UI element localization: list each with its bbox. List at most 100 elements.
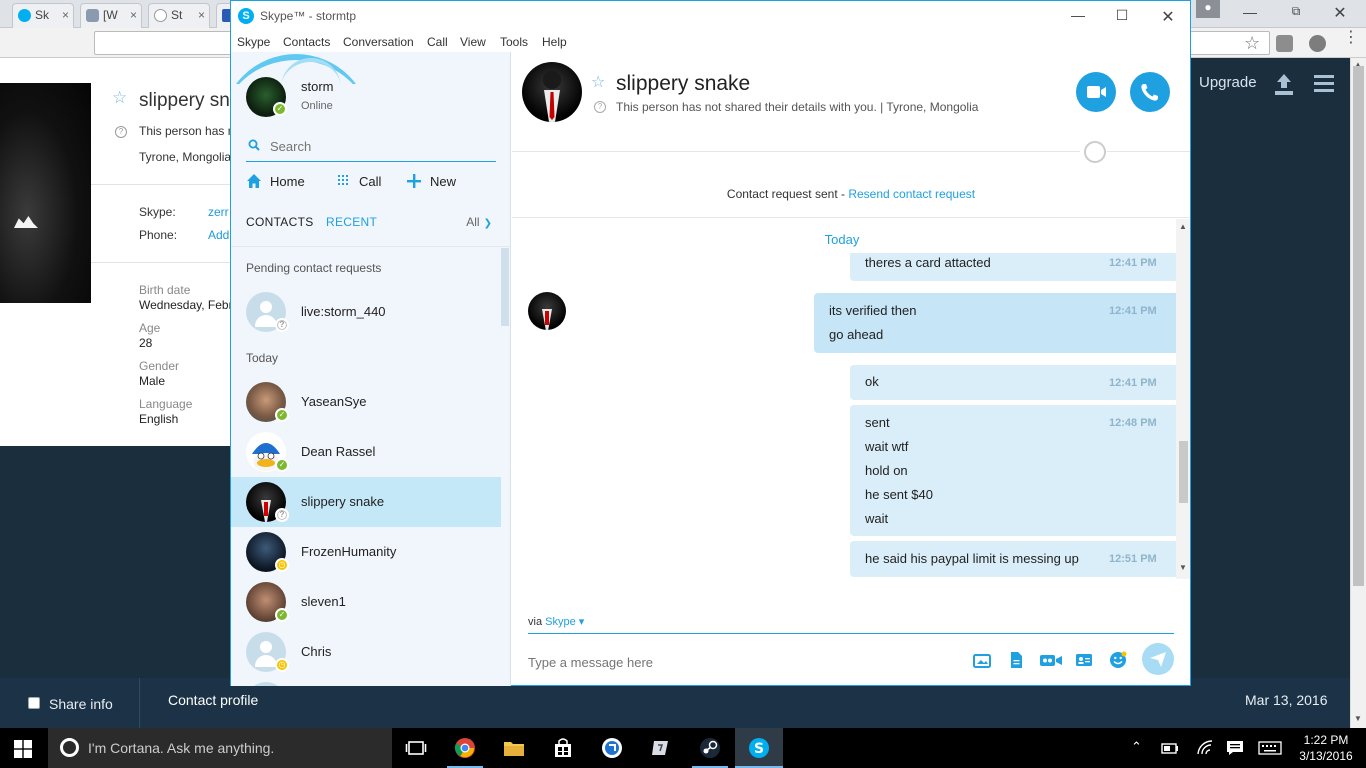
page-scrollbar[interactable]: ▲ ▼ [1350, 58, 1366, 728]
share-info-label[interactable]: Share info [49, 696, 113, 712]
browser-tab[interactable]: St × [148, 3, 210, 28]
upload-icon[interactable] [1272, 72, 1296, 96]
video-message-icon[interactable] [1039, 651, 1063, 669]
tab-contacts[interactable]: CONTACTS [246, 215, 314, 229]
via-selector[interactable]: via Skype ▾ [528, 615, 584, 628]
taskbar-skype[interactable]: S [735, 728, 783, 768]
close-icon[interactable]: ✕ [1153, 7, 1183, 27]
close-tab-icon[interactable]: × [130, 8, 137, 22]
resend-request-link[interactable]: Resend contact request [848, 187, 975, 201]
power-icon[interactable] [1161, 741, 1179, 755]
message-scrollbar[interactable]: ▲ ▼ [1176, 219, 1190, 579]
new-button[interactable]: New [406, 173, 456, 195]
contact-profile-tab[interactable]: Contact profile [168, 692, 258, 708]
send-file-icon[interactable] [1007, 651, 1025, 669]
skype-extension-icon[interactable] [1309, 35, 1326, 52]
message-time: 12:48 PM [1109, 417, 1157, 429]
close-tab-icon[interactable]: × [198, 8, 205, 22]
contact-list-scrollbar[interactable] [501, 248, 509, 326]
taskbar-store[interactable] [539, 728, 587, 768]
scroll-down-icon[interactable]: ▼ [1179, 563, 1187, 572]
menu-conversation[interactable]: Conversation [343, 35, 414, 49]
contact-item[interactable]: ? live:storm_440 [231, 287, 501, 337]
close-icon[interactable]: ✕ [1330, 3, 1350, 22]
maximize-icon[interactable]: ☐ [1107, 7, 1137, 27]
contact-item[interactable]: ◷ Chris [231, 627, 501, 677]
task-view-button[interactable] [392, 728, 440, 768]
send-photo-icon[interactable] [973, 651, 991, 669]
search-input[interactable] [270, 136, 490, 156]
menu-help[interactable]: Help [542, 35, 567, 49]
taskbar-app[interactable] [588, 728, 636, 768]
menu-skype[interactable]: Skype [237, 35, 270, 49]
browser-user-icon[interactable]: ● [1196, 0, 1220, 18]
taskbar-chrome[interactable] [441, 728, 489, 768]
menu-view[interactable]: View [460, 35, 486, 49]
message-bubble-theirs[interactable]: its verified then go ahead [814, 293, 1190, 353]
unknown-status-icon: ? [275, 508, 289, 522]
contact-card-icon[interactable] [1075, 651, 1093, 669]
contact-item[interactable]: ✓ Dean Rassel [231, 427, 501, 477]
phone-icon [1141, 84, 1158, 101]
menu-tools[interactable]: Tools [500, 35, 528, 49]
browser-menu-icon[interactable]: ⋮ [1343, 30, 1359, 46]
scrollbar-thumb[interactable] [1179, 441, 1188, 503]
scroll-up-icon[interactable]: ▲ [1179, 222, 1187, 231]
minimize-icon[interactable]: — [1240, 4, 1260, 22]
windows-start-icon[interactable] [14, 740, 32, 758]
skype-value[interactable]: zerr [208, 205, 230, 219]
bookmark-star-icon[interactable]: ☆ [1244, 33, 1260, 54]
browser-tab[interactable]: Sk × [12, 3, 74, 28]
message-input[interactable] [528, 651, 948, 673]
birth-date-label: Birth date [139, 283, 191, 297]
notifications-icon[interactable] [1226, 740, 1244, 756]
filter-dropdown[interactable]: All ❯ [466, 215, 492, 229]
conversation-name[interactable]: slippery snake [616, 72, 750, 96]
wifi-icon[interactable] [1196, 740, 1214, 756]
contact-item[interactable]: ? slippery snake [231, 477, 501, 527]
extension-icon[interactable] [1276, 35, 1293, 52]
keyboard-icon[interactable] [1258, 741, 1282, 755]
send-button[interactable] [1142, 643, 1174, 675]
home-button[interactable]: Home [246, 173, 305, 195]
message-text: hold on [865, 463, 908, 478]
upgrade-link[interactable]: Upgrade [1199, 74, 1257, 91]
audio-call-button[interactable] [1130, 72, 1170, 112]
my-name[interactable]: storm [301, 79, 334, 94]
tab-recent[interactable]: RECENT [326, 215, 377, 229]
contact-item[interactable]: ✓ sleven1 [231, 577, 501, 627]
close-tab-icon[interactable]: × [62, 8, 69, 22]
system-clock[interactable]: 1:22 PM 3/13/2016 [1298, 732, 1354, 764]
contact-name: YaseanSye [301, 394, 367, 409]
share-info-checkbox[interactable] [28, 697, 40, 709]
contact-item[interactable]: ◷ FrozenHumanity [231, 527, 501, 577]
add-phone-link[interactable]: Add [208, 228, 230, 242]
away-status-icon: ◷ [275, 658, 289, 672]
taskbar-app[interactable] [637, 728, 685, 768]
browser-tab[interactable]: [W × [80, 3, 142, 28]
message-area[interactable]: Today theres a card attacted 12:41 PM it… [512, 219, 1190, 579]
my-status[interactable]: Online [301, 100, 333, 112]
scrollbar-thumb[interactable] [1353, 66, 1364, 586]
video-call-button[interactable] [1076, 72, 1116, 112]
call-button[interactable]: Call [335, 173, 381, 195]
taskbar-file-explorer[interactable] [490, 728, 538, 768]
emoticon-icon[interactable] [1109, 651, 1127, 669]
scroll-down-icon[interactable]: ▼ [1354, 714, 1362, 723]
svg-text:S: S [754, 741, 764, 757]
favorite-star-icon[interactable]: ☆ [591, 72, 605, 92]
hamburger-menu-icon[interactable] [1314, 75, 1334, 96]
restore-icon[interactable]: ⧉ [1286, 4, 1306, 22]
contact-item[interactable] [231, 677, 501, 686]
cortana-search-box[interactable]: I'm Cortana. Ask me anything. [48, 728, 392, 768]
menu-contacts[interactable]: Contacts [283, 35, 330, 49]
menu-call[interactable]: Call [427, 35, 448, 49]
contact-avatar[interactable] [522, 62, 582, 122]
show-hidden-icons-icon[interactable]: ⌃ [1131, 739, 1142, 755]
favorite-star-icon[interactable]: ☆ [112, 88, 127, 108]
minimize-icon[interactable]: — [1063, 7, 1093, 27]
contact-item[interactable]: ✓ YaseanSye [231, 377, 501, 427]
skype-favicon-icon [18, 9, 31, 22]
sender-avatar[interactable] [528, 292, 566, 330]
taskbar-steam[interactable] [686, 728, 734, 768]
